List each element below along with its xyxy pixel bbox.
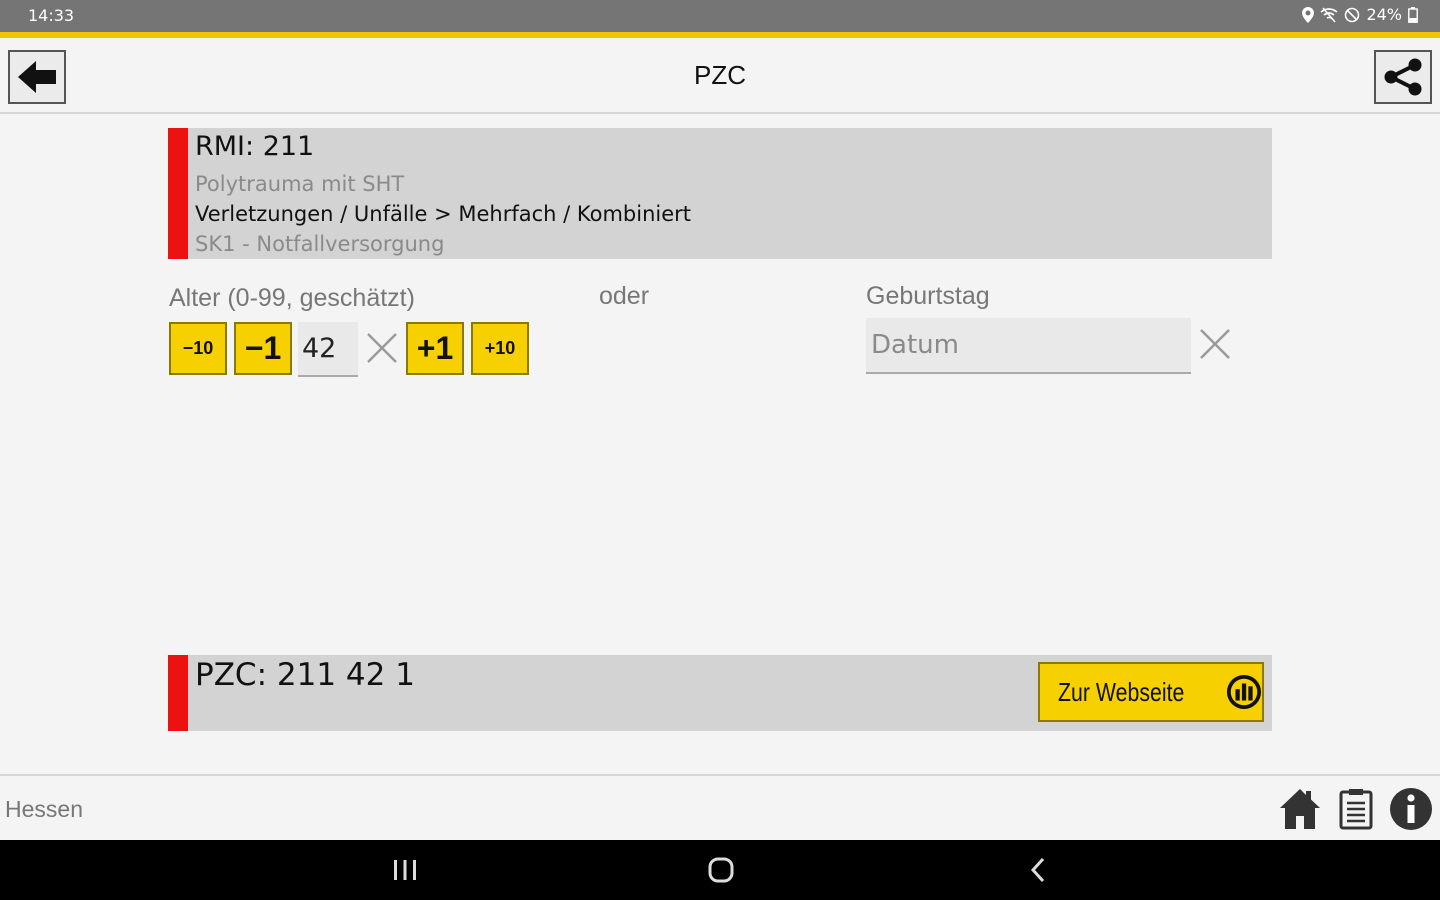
home-nav-button[interactable] [701, 852, 741, 888]
care-level-text: SK1 - Notfallversorgung [195, 232, 445, 256]
info-icon [1390, 788, 1432, 830]
pzc-result-card: PZC: 211 42 1 Zur Webseite [168, 655, 1272, 731]
document-button[interactable] [1333, 786, 1379, 832]
age-minus-10-button[interactable]: −10 [169, 322, 227, 375]
home-button[interactable] [1277, 786, 1323, 832]
birthday-date-input[interactable] [866, 318, 1191, 374]
age-clear-button[interactable] [364, 330, 400, 366]
footer-bar: Hessen [0, 774, 1440, 840]
age-plus-1-button[interactable]: +1 [406, 322, 464, 375]
info-button[interactable] [1388, 786, 1434, 832]
recent-apps-button[interactable] [385, 852, 425, 888]
status-icons: 24% [1302, 5, 1418, 24]
share-icon [1384, 58, 1422, 96]
battery-icon [1408, 6, 1418, 23]
back-nav-button[interactable] [1018, 852, 1058, 888]
page-title: PZC [694, 60, 746, 90]
red-marker [168, 655, 188, 731]
region-label: Hessen [5, 796, 83, 822]
share-button[interactable] [1374, 50, 1432, 104]
age-minus-1-button[interactable]: −1 [234, 322, 292, 375]
status-bar: 14:33 24% [0, 0, 1440, 32]
age-label: Alter (0-99, geschätzt) [169, 284, 415, 312]
wifi-off-icon [1320, 6, 1338, 23]
rmi-code: RMI: 211 [195, 131, 315, 162]
app-header: PZC [0, 38, 1440, 114]
home-icon [1280, 789, 1320, 829]
birthday-clear-button[interactable] [1197, 326, 1233, 362]
battery-percentage: 24% [1366, 5, 1402, 24]
age-plus-10-button[interactable]: +10 [471, 322, 529, 375]
recent-apps-icon [394, 860, 416, 880]
chevron-left-icon [1030, 857, 1045, 883]
close-icon [367, 333, 397, 363]
website-button[interactable]: Zur Webseite [1038, 662, 1264, 722]
category-path: Verletzungen / Unfälle > Mehrfach / Komb… [195, 202, 692, 226]
document-icon [1339, 789, 1373, 830]
system-nav-bar [0, 840, 1440, 900]
chart-icon [1226, 674, 1262, 710]
pzc-code: PZC: 211 42 1 [195, 657, 415, 693]
close-icon [1200, 329, 1230, 359]
or-label: oder [599, 282, 650, 310]
birthday-label: Geburtstag [866, 282, 990, 310]
red-marker [168, 128, 188, 259]
diagnosis-text: Polytrauma mit SHT [195, 172, 405, 196]
website-button-label: Zur Webseite [1058, 676, 1185, 707]
do-not-disturb-icon [1345, 7, 1360, 22]
rmi-info-card: RMI: 211 Polytrauma mit SHT Verletzungen… [168, 128, 1272, 259]
status-time: 14:33 [28, 6, 75, 25]
home-nav-icon [708, 857, 734, 883]
age-input[interactable] [298, 322, 358, 377]
location-icon [1302, 6, 1315, 23]
